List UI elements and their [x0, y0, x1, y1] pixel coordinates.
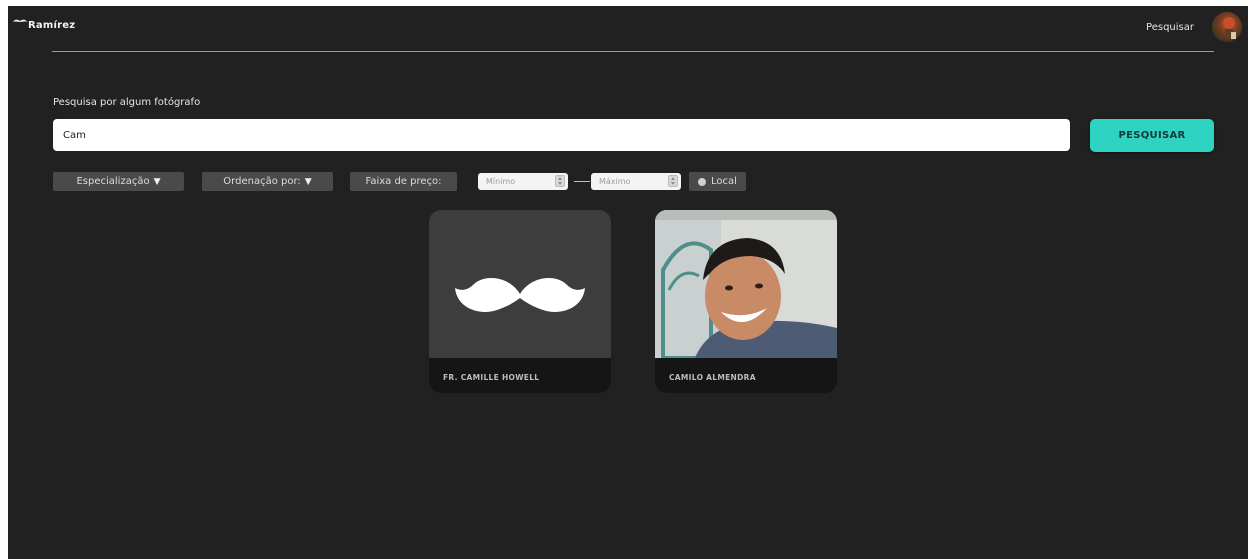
- specialization-label: Especialização: [76, 176, 150, 187]
- search-button[interactable]: PESQUISAR: [1090, 119, 1214, 152]
- max-price-input[interactable]: Máximo: [591, 173, 681, 190]
- local-label: Local: [711, 176, 737, 187]
- mustache-placeholder-image: [429, 210, 611, 358]
- logo-mustache-icon: [13, 19, 27, 22]
- search-label: Pesquisa por algum fotógrafo: [53, 97, 201, 108]
- caret-down-icon: ▼: [153, 176, 161, 187]
- photographer-name: CAMILO ALMENDRA: [669, 373, 756, 382]
- max-price-spinner-icon[interactable]: [668, 175, 678, 187]
- photographer-card[interactable]: CAMILO ALMENDRA: [655, 210, 837, 393]
- caret-down-icon: ▼: [304, 176, 312, 187]
- min-price-placeholder: Mínimo: [486, 177, 516, 186]
- min-price-spinner-icon[interactable]: [555, 175, 565, 187]
- user-avatar[interactable]: [1212, 12, 1242, 42]
- search-input[interactable]: [53, 119, 1070, 151]
- price-range-text: Faixa de preço:: [365, 176, 442, 187]
- header-divider: [52, 51, 1214, 52]
- min-price-input[interactable]: Mínimo: [478, 173, 568, 190]
- location-dot-icon: [698, 177, 707, 186]
- ordering-dropdown[interactable]: Ordenação por: ▼: [202, 172, 333, 191]
- logo[interactable]: Ramírez: [28, 20, 75, 31]
- nav-search-link[interactable]: Pesquisar: [1146, 22, 1194, 33]
- max-price-placeholder: Máximo: [599, 177, 631, 186]
- profile-photo-image: [655, 210, 837, 358]
- photographer-card[interactable]: FR. CAMILLE HOWELL: [429, 210, 611, 393]
- ordering-label: Ordenação por:: [223, 176, 301, 187]
- specialization-dropdown[interactable]: Especialização ▼: [53, 172, 184, 191]
- local-filter-button[interactable]: Local: [689, 172, 746, 191]
- range-dash: [574, 181, 590, 182]
- photographer-name: FR. CAMILLE HOWELL: [443, 373, 540, 382]
- app-frame: Ramírez Pesquisar Pesquisa por algum fot…: [8, 6, 1248, 559]
- price-range-label: Faixa de preço:: [350, 172, 457, 191]
